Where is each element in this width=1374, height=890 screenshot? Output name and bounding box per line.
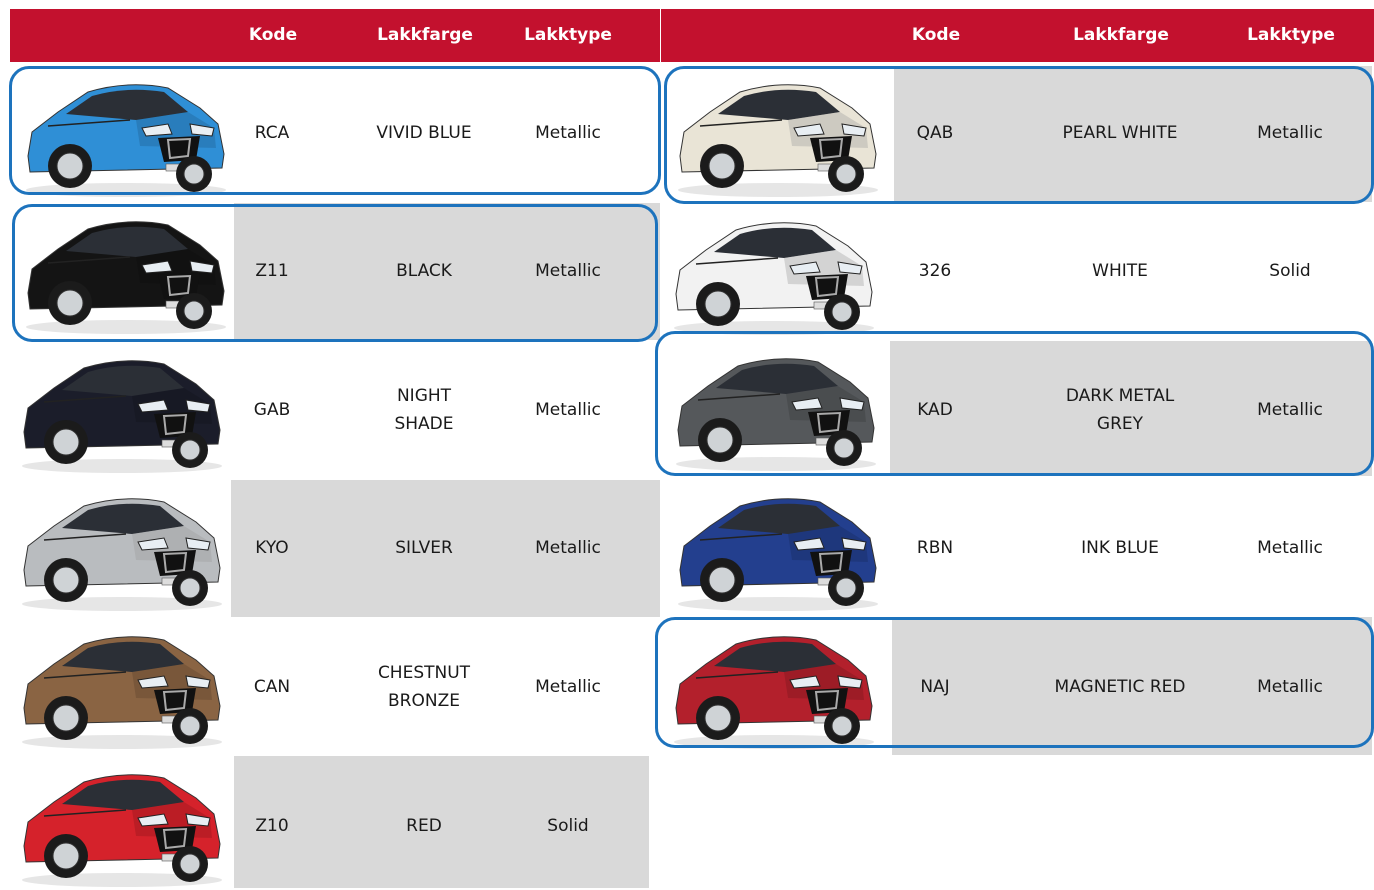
paint-type-cell: Metallic	[1257, 677, 1323, 697]
paint-type-cell: Metallic	[535, 123, 601, 143]
color-name-cell: RED	[406, 816, 442, 836]
color-name-cell: WHITE	[1092, 261, 1148, 281]
code-cell: NAJ	[920, 677, 950, 697]
car-image-night-shade	[14, 344, 229, 476]
car-image-black	[18, 205, 233, 337]
color-name-cell: SILVER	[395, 538, 453, 558]
car-image-ink-blue	[670, 482, 885, 614]
paint-type-cell: Solid	[547, 816, 589, 836]
car-image-dark-metal-grey	[668, 342, 883, 474]
car-image-white	[666, 206, 881, 338]
column-header-lakkfarge: Lakkfarge	[1073, 25, 1169, 45]
color-name-cell: DARK METAL GREY	[1065, 386, 1175, 434]
paint-type-cell: Metallic	[535, 400, 601, 420]
column-header-lakktype: Lakktype	[1247, 25, 1335, 45]
paint-type-cell: Metallic	[1257, 538, 1323, 558]
column-header-lakktype: Lakktype	[524, 25, 612, 45]
car-image-pearl-white	[670, 68, 885, 200]
column-header-kode: Kode	[911, 25, 961, 45]
paint-type-cell: Metallic	[1257, 400, 1323, 420]
paint-type-cell: Metallic	[535, 261, 601, 281]
code-cell: QAB	[916, 123, 954, 143]
code-cell: Z10	[255, 816, 289, 836]
paint-type-cell: Metallic	[535, 677, 601, 697]
code-cell: RBN	[916, 538, 954, 558]
code-cell: GAB	[253, 400, 291, 420]
paint-type-cell: Solid	[1269, 261, 1311, 281]
color-name-cell: INK BLUE	[1081, 538, 1159, 558]
column-header-kode: Kode	[248, 25, 298, 45]
paint-type-cell: Metallic	[1257, 123, 1323, 143]
code-cell: CAN	[253, 677, 291, 697]
color-name-cell: MAGNETIC RED	[1054, 677, 1186, 697]
color-name-cell: NIGHT SHADE	[394, 386, 454, 434]
code-cell: 326	[918, 261, 952, 281]
color-name-cell: PEARL WHITE	[1062, 123, 1178, 143]
color-name-cell: VIVID BLUE	[376, 123, 472, 143]
car-image-chestnut-bronze	[14, 620, 229, 752]
car-image-magnetic-red	[666, 620, 881, 752]
paint-type-cell: Metallic	[535, 538, 601, 558]
car-image-silver	[14, 482, 229, 614]
code-cell: RCA	[254, 123, 290, 143]
column-header-lakkfarge: Lakkfarge	[377, 25, 473, 45]
color-name-cell: CHESTNUT BRONZE	[377, 663, 471, 711]
table-header-left: Kode Lakkfarge Lakktype	[10, 9, 660, 62]
car-image-vivid-blue	[18, 68, 233, 200]
code-cell: KYO	[255, 538, 289, 558]
car-image-red	[14, 758, 229, 890]
color-name-cell: BLACK	[396, 261, 452, 281]
table-header-right: Kode Lakkfarge Lakktype	[661, 9, 1374, 62]
code-cell: KAD	[917, 400, 953, 420]
code-cell: Z11	[255, 261, 289, 281]
